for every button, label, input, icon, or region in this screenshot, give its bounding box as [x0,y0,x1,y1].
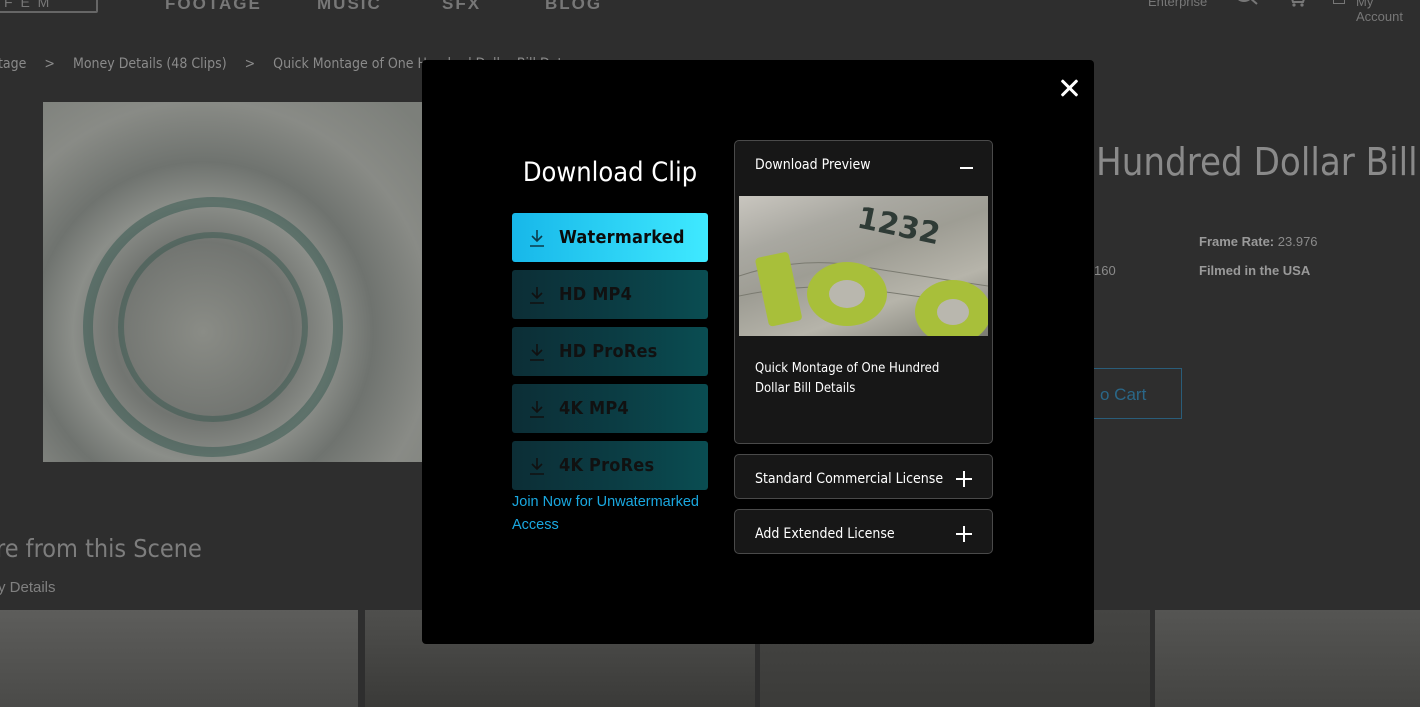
option-label: HD MP4 [559,284,633,305]
nav-music[interactable]: MUSIC [317,0,382,14]
download-modal: Download Clip Watermarked HD MP4 HD ProR… [422,60,1094,644]
option-label: HD ProRes [559,341,658,362]
standard-license-panel[interactable]: Standard Commercial License [734,454,993,499]
extended-license-panel[interactable]: Add Extended License [734,509,993,554]
nav-enterprise[interactable]: Enterprise [1148,0,1207,9]
option-hd-prores-button[interactable]: HD ProRes [512,327,708,376]
join-now-link[interactable]: Join Now for Unwatermarked Access [512,491,702,537]
filmed-in: Filmed in the USA [1199,263,1311,278]
nav-my-account[interactable]: My Account [1356,0,1420,24]
option-watermarked-button[interactable]: Watermarked [512,213,708,262]
plus-icon[interactable] [956,526,972,542]
download-icon [530,458,544,475]
resolution-value: 160 [1094,263,1116,278]
site-logo[interactable]: F E M [0,0,98,13]
clip-title: Hundred Dollar Bill Det [1096,140,1420,184]
download-icon [530,401,544,418]
option-label: 4K MP4 [559,398,629,419]
related-clip-thumbnail[interactable] [0,610,358,707]
option-label: 4K ProRes [559,455,655,476]
scene-section-title: re from this Scene [0,534,202,563]
option-label: Watermarked [559,227,685,248]
minus-icon[interactable] [960,167,973,169]
download-clip-title: Download Clip [522,157,698,188]
standard-license-heading[interactable]: Standard Commercial License [755,471,943,487]
download-preview-heading[interactable]: Download Preview [755,157,871,173]
preview-thumbnail: 1232 [739,196,988,336]
breadcrumb-separator: > [244,56,256,72]
close-icon[interactable] [1058,76,1082,100]
download-icon [530,230,544,247]
download-icon [530,287,544,304]
logo-text: F E M [4,0,52,10]
frame-rate-label: Frame Rate: [1199,234,1275,249]
download-icon [530,344,544,361]
scene-section-subtitle: y Details [0,579,56,596]
breadcrumb-item-footage[interactable]: tage [0,56,26,72]
top-navigation: F E M FOOTAGE MUSIC SFX BLOG Enterprise … [0,0,1420,24]
related-clip-thumbnail[interactable] [1155,610,1420,707]
preview-clip-description: Quick Montage of One Hundred Dollar Bill… [755,361,940,396]
clip-preview-image [43,102,443,462]
breadcrumb-item-money-details[interactable]: Money Details (48 Clips) [73,56,227,72]
breadcrumb-separator: > [44,56,55,72]
serial-digits: 1232 [854,201,943,253]
extended-license-heading[interactable]: Add Extended License [755,526,895,542]
option-4k-mp4-button[interactable]: 4K MP4 [512,384,708,433]
hundred-dollar-artwork: 1232 [739,201,988,336]
frame-rate: Frame Rate: 23.976 [1199,234,1318,249]
add-to-cart-label: o Cart [1100,385,1147,404]
option-hd-mp4-button[interactable]: HD MP4 [512,270,708,319]
nav-sfx[interactable]: SFX [442,0,481,14]
treasury-seal-inner-graphic [118,232,308,422]
nav-footage[interactable]: FOOTAGE [165,0,262,14]
nav-blog[interactable]: BLOG [545,0,602,14]
cart-icon[interactable] [1287,0,1307,8]
search-icon[interactable] [1232,0,1258,10]
add-to-cart-button[interactable]: o Cart [1082,368,1182,419]
option-4k-prores-button[interactable]: 4K ProRes [512,441,708,490]
user-icon [1333,0,1345,4]
plus-icon[interactable] [956,471,972,487]
download-preview-panel: Download Preview 1232 Quick Montage of O… [734,140,993,444]
frame-rate-value: 23.976 [1277,234,1318,249]
